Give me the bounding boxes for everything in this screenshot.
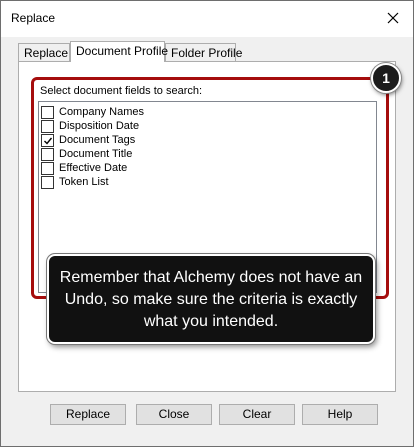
close-button[interactable]: Close <box>136 404 212 425</box>
field-label: Document Tags <box>59 134 136 146</box>
tab-folder-profile[interactable]: Folder Profile <box>165 43 242 61</box>
field-label: Token List <box>59 176 109 188</box>
checkbox[interactable] <box>41 176 54 189</box>
fields-label: Select document fields to search: <box>40 85 203 97</box>
clear-button[interactable]: Clear <box>219 404 295 425</box>
close-icon[interactable] <box>385 10 401 26</box>
checkbox[interactable] <box>41 162 54 175</box>
replace-button[interactable]: Replace <box>50 404 126 425</box>
checkbox-checked[interactable] <box>41 134 54 147</box>
replace-dialog: Replace Replace Document Profile Folder … <box>0 0 414 447</box>
step-number-badge: 1 <box>371 63 401 93</box>
help-button[interactable]: Help <box>302 404 378 425</box>
field-label: Effective Date <box>59 162 128 174</box>
annotation-callout: Remember that Alchemy does not have an U… <box>47 254 375 344</box>
title-bar: Replace <box>1 1 413 37</box>
checkbox[interactable] <box>41 106 54 119</box>
field-label: Disposition Date <box>59 120 140 132</box>
checkbox[interactable] <box>41 148 54 161</box>
checkmark-icon <box>44 137 53 145</box>
tab-replace[interactable]: Replace <box>18 43 70 61</box>
window-title: Replace <box>11 11 56 25</box>
field-label: Document Title <box>59 148 133 160</box>
tab-document-profile[interactable]: Document Profile <box>70 41 168 62</box>
checkbox[interactable] <box>41 120 54 133</box>
field-label: Company Names <box>59 106 144 118</box>
